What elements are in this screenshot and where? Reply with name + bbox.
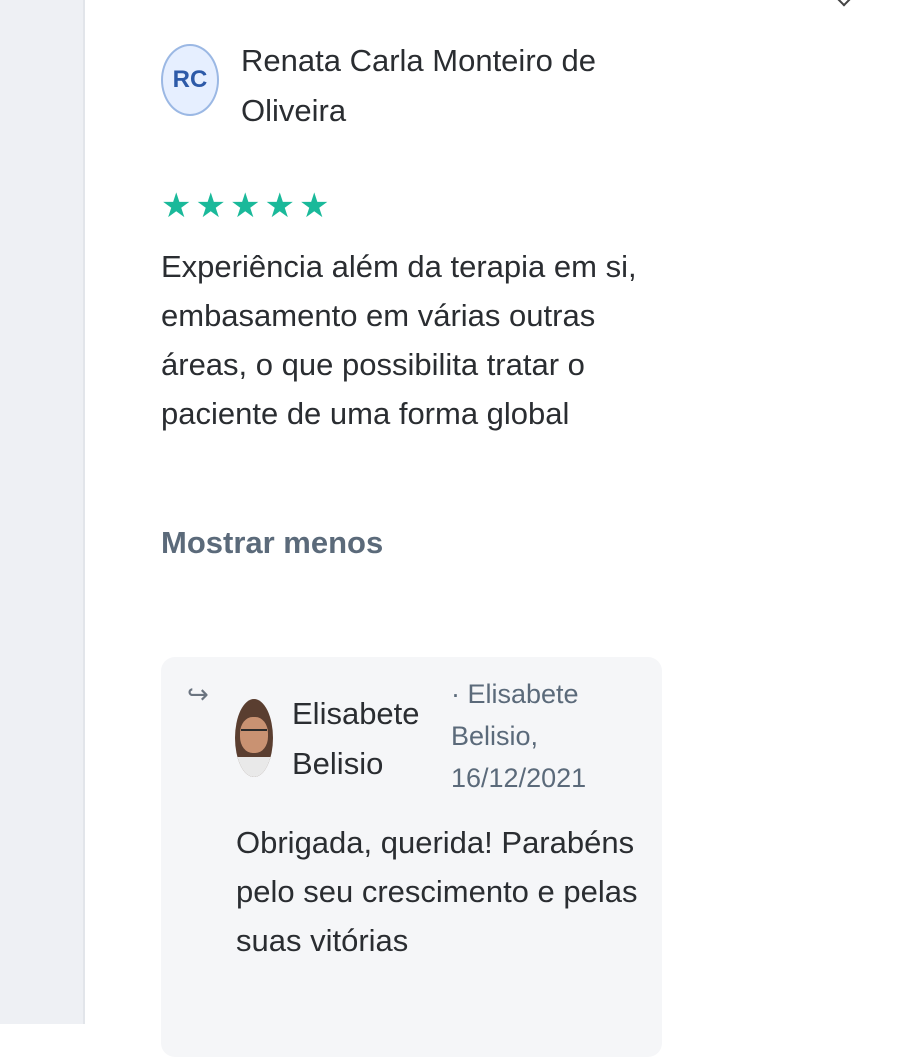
chevron-icon[interactable]	[835, 0, 853, 7]
reply-text: Obrigada, querida! Parabéns pelo seu cre…	[236, 825, 638, 958]
reply-card: ↪ Elisabete Belisio · Elisabete Belisio,…	[161, 657, 662, 1057]
star-rating: ★ ★ ★ ★ ★	[161, 186, 329, 226]
reply-avatar	[235, 699, 273, 777]
reply-arrow-icon: ↪	[187, 679, 209, 709]
reply-author-name: Elisabete Belisio	[292, 696, 420, 781]
star-icon: ★	[195, 187, 226, 225]
reviewer-name: Renata Carla Monteiro de Oliveira	[241, 43, 596, 128]
star-icon: ★	[161, 187, 192, 225]
avatar: RC	[161, 44, 219, 116]
review-text: Experiência além da terapia em si, embas…	[161, 249, 637, 431]
left-gutter	[0, 0, 85, 1024]
star-icon: ★	[298, 187, 330, 225]
reply-meta: · Elisabete Belisio, 16/12/2021	[451, 679, 587, 793]
star-icon: ★	[264, 187, 295, 225]
show-less-button[interactable]: Mostrar menos	[161, 520, 383, 566]
star-icon: ★	[229, 187, 261, 225]
